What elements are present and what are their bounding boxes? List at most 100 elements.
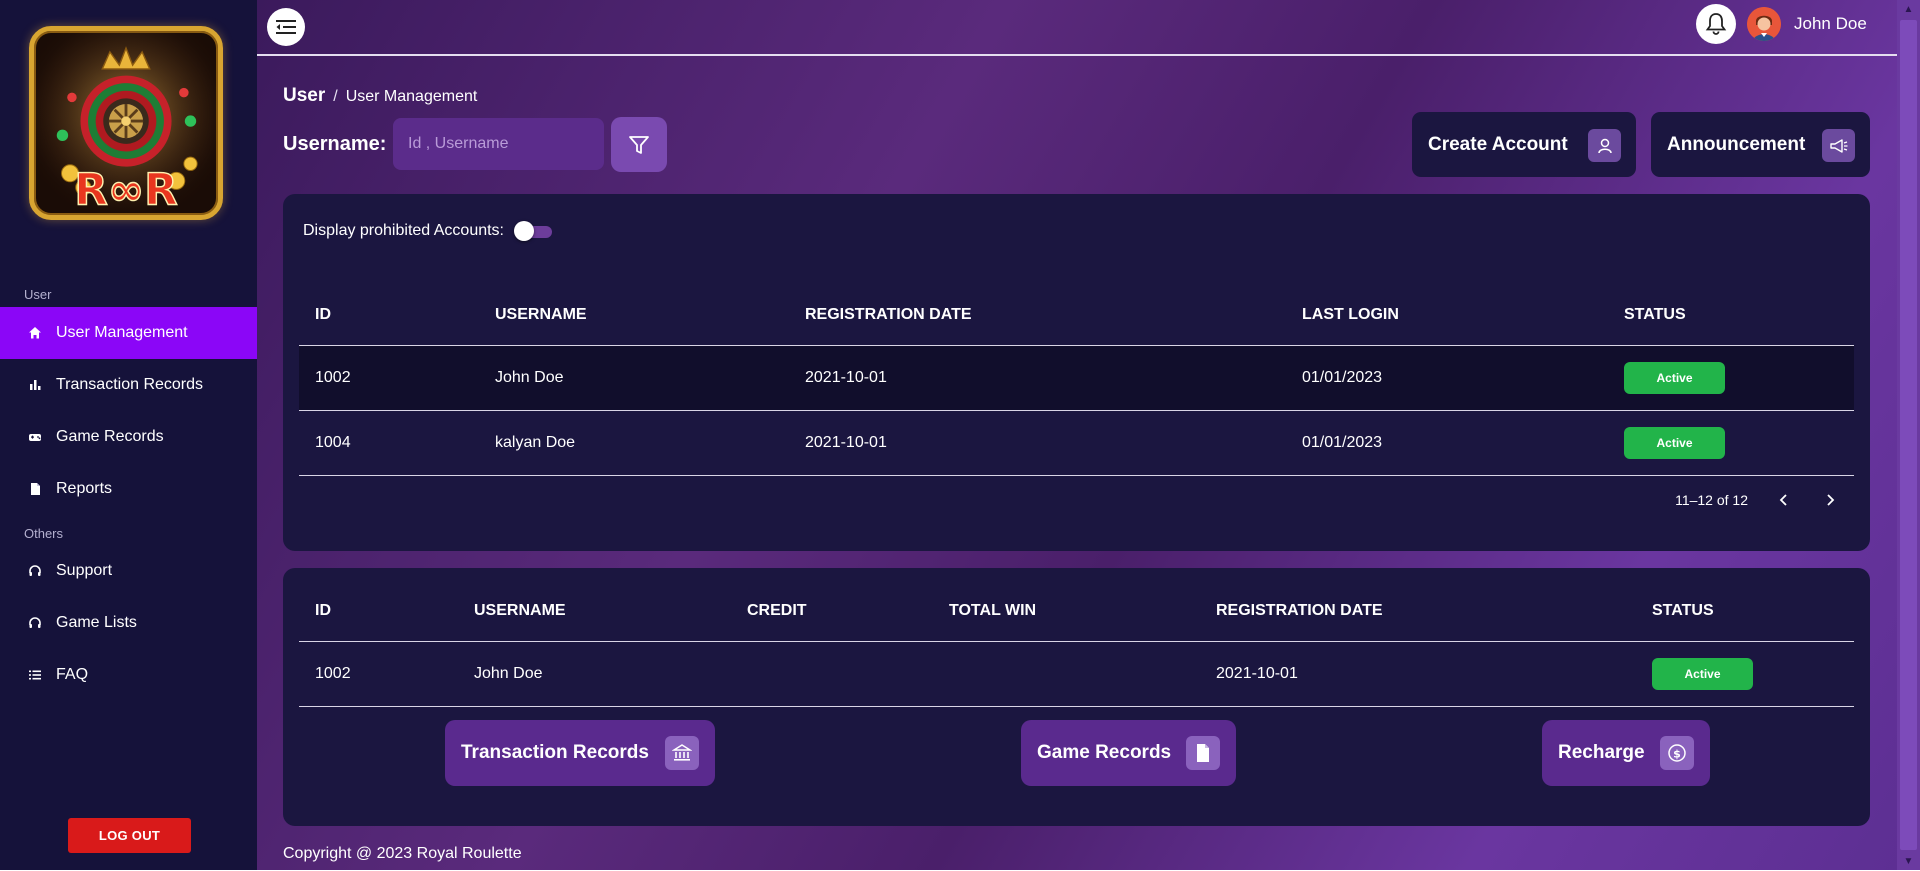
cell-registration-date: 2021-10-01 bbox=[1200, 641, 1636, 707]
username-search-input[interactable] bbox=[393, 118, 604, 170]
dollar-coin-icon: $ bbox=[1660, 736, 1694, 770]
user-detail-card: ID USERNAME CREDIT TOTAL WIN REGISTRATIO… bbox=[283, 568, 1870, 826]
column-header-username[interactable]: USERNAME bbox=[479, 285, 789, 346]
create-account-label: Create Account bbox=[1428, 133, 1568, 155]
game-records-button[interactable]: Game Records bbox=[1021, 720, 1236, 786]
column-header-credit[interactable]: CREDIT bbox=[731, 581, 933, 642]
document-icon bbox=[28, 482, 42, 496]
transaction-records-label: Transaction Records bbox=[461, 742, 649, 763]
sidebar-item-label: Reports bbox=[56, 480, 113, 497]
document-icon bbox=[1186, 736, 1220, 770]
menu-toggle-button[interactable] bbox=[267, 8, 305, 46]
toggle-knob bbox=[514, 221, 534, 241]
next-page-button[interactable] bbox=[1820, 490, 1840, 510]
avatar[interactable] bbox=[1747, 7, 1781, 41]
sidebar-item-game-records[interactable]: Game Records bbox=[0, 411, 257, 463]
table-header-row: ID USERNAME REGISTRATION DATE LAST LOGIN… bbox=[299, 285, 1854, 346]
column-header-username[interactable]: USERNAME bbox=[458, 581, 731, 642]
sidebar-item-user-management[interactable]: User Management bbox=[0, 307, 257, 359]
status-badge: Active bbox=[1624, 361, 1725, 394]
column-header-status[interactable]: STATUS bbox=[1636, 581, 1854, 642]
previous-page-button[interactable] bbox=[1774, 490, 1794, 510]
transaction-records-button[interactable]: Transaction Records bbox=[445, 720, 715, 786]
footer-copyright: Copyright @ 2023 Royal Roulette bbox=[283, 845, 522, 862]
scrollbar-thumb[interactable] bbox=[1900, 20, 1917, 850]
status-badge: Active bbox=[1652, 657, 1753, 690]
home-icon bbox=[28, 326, 42, 340]
chevron-right-icon bbox=[1827, 494, 1835, 506]
announcement-label: Announcement bbox=[1667, 133, 1806, 155]
headset-icon bbox=[28, 616, 42, 630]
prohibited-accounts-toggle-row: Display prohibited Accounts: bbox=[303, 221, 552, 241]
breadcrumb-root[interactable]: User bbox=[283, 85, 325, 107]
logout-button[interactable]: LOG OUT bbox=[68, 818, 191, 853]
top-bar: John Doe bbox=[257, 0, 1897, 56]
recharge-label: Recharge bbox=[1558, 742, 1645, 763]
bell-icon bbox=[1705, 13, 1727, 35]
sidebar-item-label: FAQ bbox=[56, 666, 89, 683]
column-header-registration-date[interactable]: REGISTRATION DATE bbox=[1200, 581, 1636, 642]
svg-text:$: $ bbox=[1673, 748, 1681, 761]
bank-icon bbox=[665, 736, 699, 770]
create-account-button[interactable]: Create Account bbox=[1412, 112, 1636, 177]
users-table: ID USERNAME REGISTRATION DATE LAST LOGIN… bbox=[299, 285, 1854, 476]
page-scrollbar[interactable]: ▲ ▼ bbox=[1897, 0, 1920, 870]
roulette-logo-icon: R∞R bbox=[34, 31, 218, 215]
column-header-total-win[interactable]: TOTAL WIN bbox=[933, 581, 1200, 642]
username-search-label: Username: bbox=[283, 133, 387, 155]
sidebar-item-label: Game Lists bbox=[56, 614, 137, 631]
cell-total-win bbox=[933, 641, 1200, 707]
cell-username: kalyan Doe bbox=[479, 410, 789, 476]
pagination-range: 11–12 of 12 bbox=[1675, 492, 1748, 508]
cell-credit bbox=[731, 641, 933, 707]
royal-roulette-logo[interactable]: R∞R bbox=[29, 26, 223, 220]
sidebar-item-game-lists[interactable]: Game Lists bbox=[0, 597, 257, 649]
table-row[interactable]: 1002 John Doe 2021-10-01 01/01/2023 Acti… bbox=[299, 345, 1854, 411]
sidebar-item-reports[interactable]: Reports bbox=[0, 463, 257, 515]
column-header-registration-date[interactable]: REGISTRATION DATE bbox=[789, 285, 1286, 346]
add-user-icon bbox=[1588, 129, 1621, 162]
announcement-button[interactable]: Announcement bbox=[1651, 112, 1870, 177]
notifications-button[interactable] bbox=[1696, 4, 1736, 44]
cell-id: 1002 bbox=[299, 641, 458, 707]
cell-username: John Doe bbox=[479, 345, 789, 411]
sidebar-item-faq[interactable]: FAQ bbox=[0, 649, 257, 701]
prohibited-accounts-toggle[interactable] bbox=[514, 221, 552, 241]
column-header-status[interactable]: STATUS bbox=[1608, 285, 1854, 346]
list-icon bbox=[28, 668, 42, 682]
table-header-row: ID USERNAME CREDIT TOTAL WIN REGISTRATIO… bbox=[299, 581, 1854, 642]
scroll-down-arrow-icon[interactable]: ▼ bbox=[1897, 852, 1920, 870]
nav-section-user: User bbox=[24, 287, 52, 302]
breadcrumb-separator: / bbox=[333, 88, 338, 105]
sidebar-item-transaction-records[interactable]: Transaction Records bbox=[0, 359, 257, 411]
column-header-id[interactable]: ID bbox=[299, 581, 458, 642]
recharge-button[interactable]: Recharge $ bbox=[1542, 720, 1710, 786]
menu-collapse-icon bbox=[276, 20, 296, 34]
sidebar-item-label: Transaction Records bbox=[56, 376, 204, 393]
cell-id: 1002 bbox=[299, 345, 479, 411]
sidebar: R∞R User User Management Transaction Rec… bbox=[0, 0, 257, 870]
game-records-label: Game Records bbox=[1037, 742, 1172, 763]
prohibited-accounts-label: Display prohibited Accounts: bbox=[303, 222, 504, 239]
column-header-last-login[interactable]: LAST LOGIN bbox=[1286, 285, 1608, 346]
cell-last-login: 01/01/2023 bbox=[1286, 410, 1608, 476]
sidebar-item-support[interactable]: Support bbox=[0, 545, 257, 597]
user-name[interactable]: John Doe bbox=[1794, 14, 1867, 34]
bar-chart-icon bbox=[28, 378, 42, 392]
breadcrumb-current: User Management bbox=[345, 88, 478, 105]
table-row[interactable]: 1002 John Doe 2021-10-01 Active bbox=[299, 641, 1854, 707]
main-content: John Doe User / User Management Username… bbox=[257, 0, 1897, 870]
nav-section-others: Others bbox=[24, 526, 64, 541]
scroll-up-arrow-icon[interactable]: ▲ bbox=[1897, 0, 1920, 18]
cell-registration-date: 2021-10-01 bbox=[789, 410, 1286, 476]
column-header-id[interactable]: ID bbox=[299, 285, 479, 346]
app: R∞R User User Management Transaction Rec… bbox=[0, 0, 1897, 870]
status-badge: Active bbox=[1624, 426, 1725, 459]
cell-status: Active bbox=[1608, 410, 1854, 476]
user-avatar-icon bbox=[1747, 7, 1781, 41]
chevron-left-icon bbox=[1779, 494, 1787, 506]
cell-username: John Doe bbox=[458, 641, 731, 707]
logo-letters: R∞R bbox=[74, 166, 178, 215]
table-row[interactable]: 1004 kalyan Doe 2021-10-01 01/01/2023 Ac… bbox=[299, 410, 1854, 476]
filter-button[interactable] bbox=[611, 117, 667, 172]
